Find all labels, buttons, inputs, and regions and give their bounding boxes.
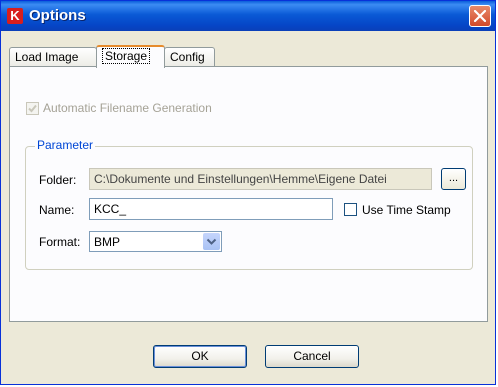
title-bar[interactable]: K Options: [1, 1, 495, 31]
folder-label: Folder:: [39, 173, 77, 187]
format-label: Format:: [39, 235, 81, 249]
cancel-button[interactable]: Cancel: [265, 345, 359, 368]
format-select-value: BMP: [94, 235, 121, 249]
parameter-group-title: Parameter: [35, 138, 96, 152]
dropdown-arrow-button[interactable]: [203, 233, 220, 250]
close-button[interactable]: [469, 5, 491, 27]
checkmark-icon: [28, 104, 37, 113]
ok-button[interactable]: OK: [153, 345, 247, 368]
name-label: Name:: [39, 203, 75, 217]
tab-label: Storage: [102, 48, 151, 64]
window-title: Options: [29, 7, 86, 24]
tab-config[interactable]: Config: [164, 47, 215, 67]
auto-filename-checkbox[interactable]: [26, 102, 39, 115]
browse-folder-button[interactable]: ...: [441, 168, 466, 190]
tab-storage[interactable]: Storage: [96, 45, 165, 68]
use-time-stamp-checkbox[interactable]: [344, 203, 357, 216]
folder-field[interactable]: C:\Dokumente und Einstellungen\Hemme\Eig…: [89, 168, 432, 190]
tab-label: Config: [170, 50, 205, 64]
use-time-stamp-label: Use Time Stamp: [362, 203, 451, 217]
chevron-down-icon: [206, 238, 217, 245]
format-select[interactable]: BMP: [89, 231, 222, 252]
app-icon: K: [7, 8, 23, 24]
auto-filename-label: Automatic Filename Generation: [43, 101, 212, 115]
options-dialog: K Options Load Image Storage Config Auto…: [0, 0, 496, 385]
name-input[interactable]: KCC_: [89, 198, 333, 220]
tab-label: Load Image: [15, 50, 79, 64]
close-icon: [474, 10, 486, 22]
tab-load-image[interactable]: Load Image: [9, 47, 97, 67]
